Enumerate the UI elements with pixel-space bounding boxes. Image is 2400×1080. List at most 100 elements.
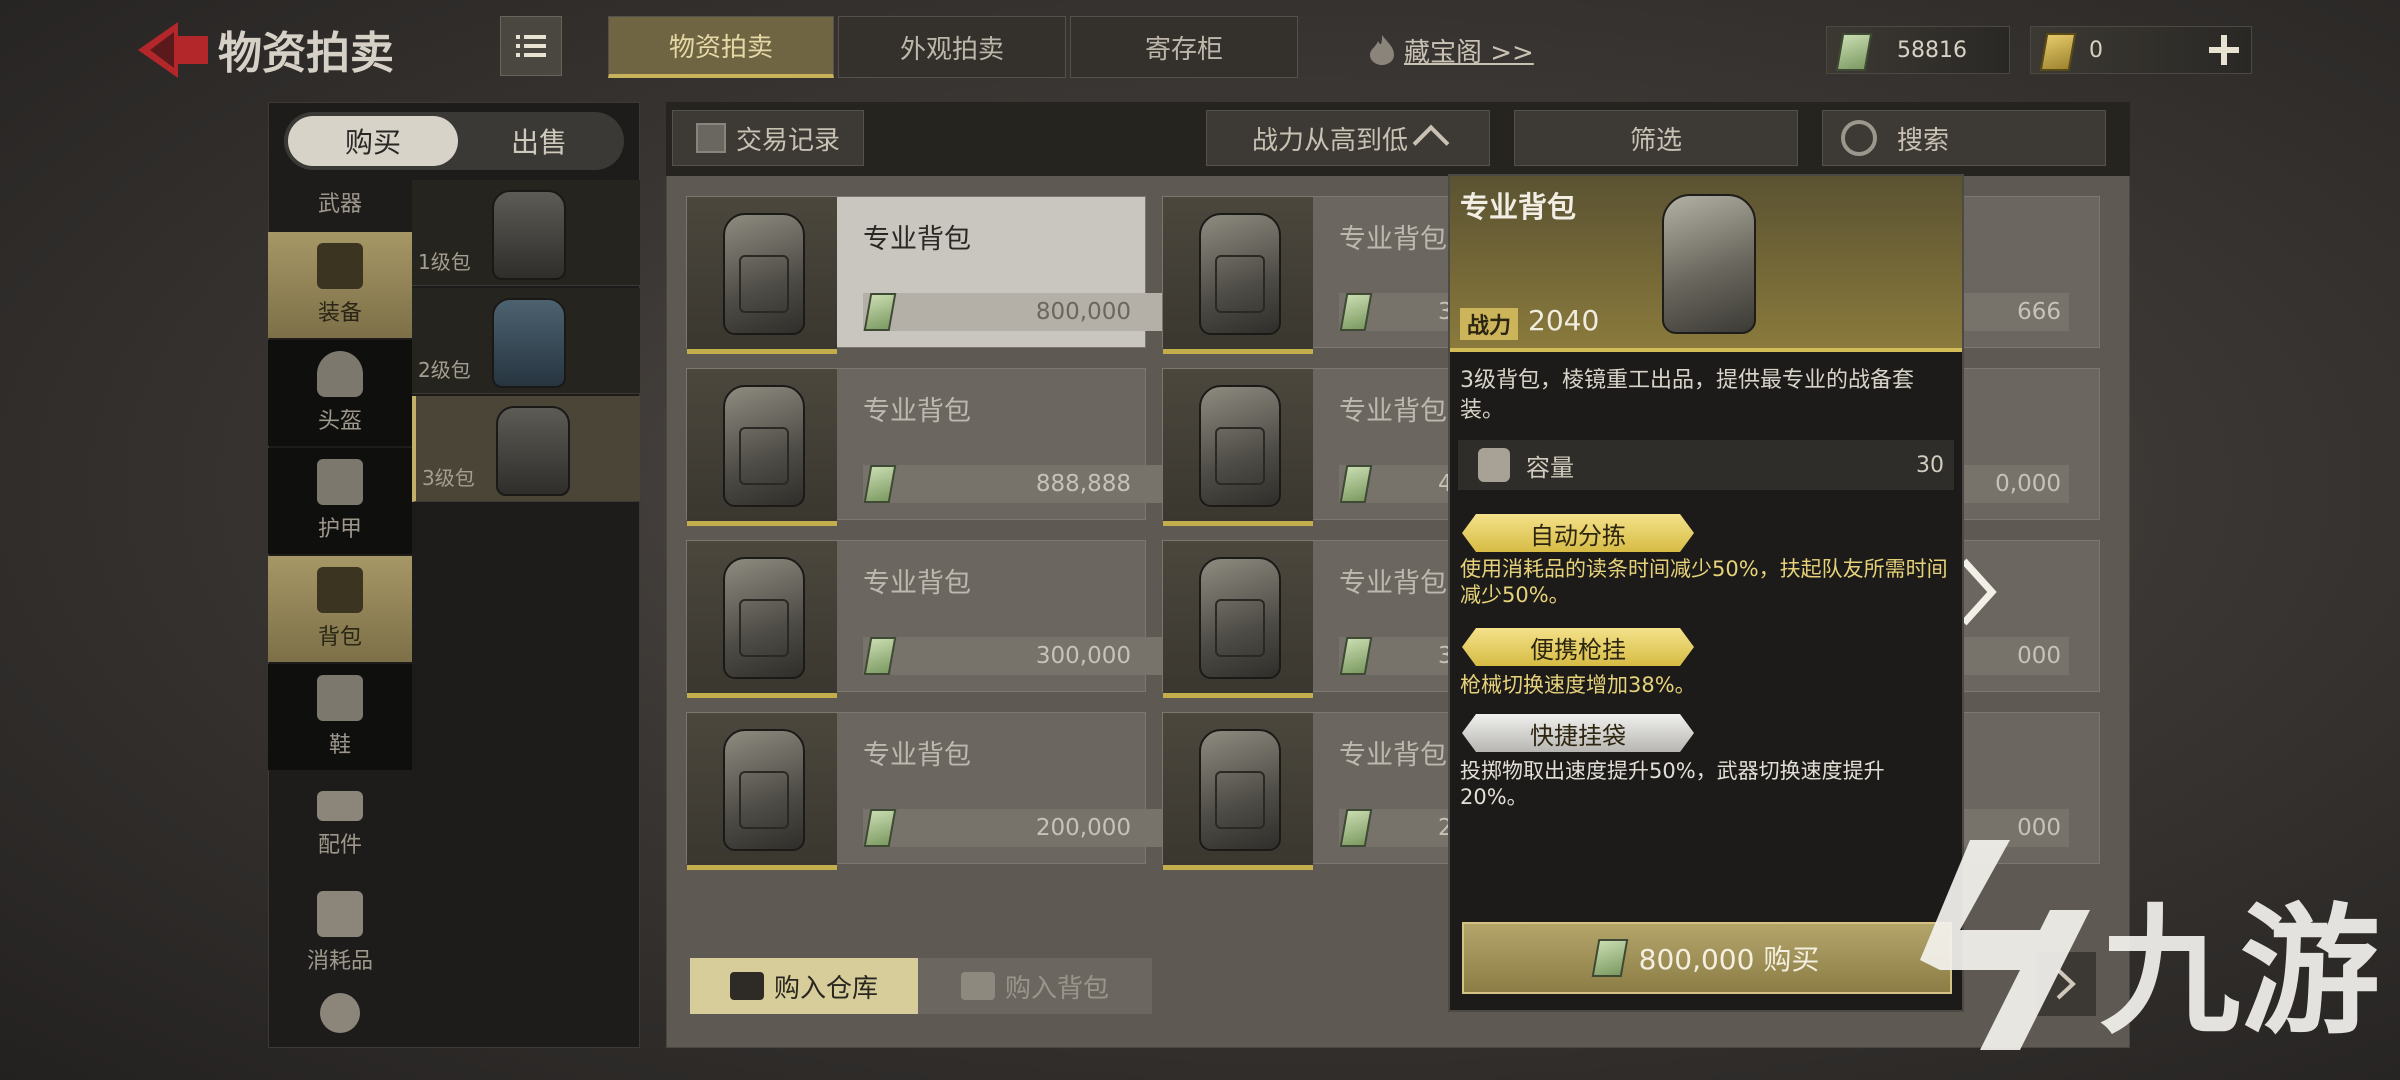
filter-button[interactable]: 筛选 xyxy=(1514,110,1798,166)
category-more[interactable] xyxy=(268,988,412,1044)
item-name: 专业背包 xyxy=(1339,740,1447,771)
backpack-icon xyxy=(1199,557,1281,679)
cash-icon xyxy=(1339,637,1373,675)
cash-icon xyxy=(1339,809,1373,847)
menu-button[interactable] xyxy=(500,16,562,76)
category-armor-label: 护甲 xyxy=(317,517,362,542)
page-title: 物资拍卖 xyxy=(218,28,394,79)
cash-balance-value: 58816 xyxy=(1897,37,1967,63)
vest-icon xyxy=(317,243,363,289)
listing-card[interactable]: 专业背包 300,000 xyxy=(686,540,1171,698)
flame-icon xyxy=(1370,35,1394,65)
cash-icon xyxy=(863,809,897,847)
category-consumables-label: 消耗品 xyxy=(306,949,373,974)
buy-to-warehouse-button[interactable]: 购入仓库 xyxy=(690,958,918,1014)
armor-icon xyxy=(317,459,363,505)
item-detail-name: 专业背包 xyxy=(1460,190,1577,224)
backpack-icon xyxy=(1662,194,1756,334)
level-1-backpack[interactable]: 1级包 xyxy=(412,180,640,286)
level-1-label: 1级包 xyxy=(418,250,471,274)
listing-card[interactable]: 专业背包 800,000 xyxy=(686,196,1171,354)
category-weapons[interactable]: 武器 xyxy=(268,176,412,228)
item-price-value: 800,000 xyxy=(1035,299,1131,325)
level-2-backpack[interactable]: 2级包 xyxy=(412,288,640,394)
tab-supply-auction[interactable]: 物资拍卖 xyxy=(608,16,834,78)
sort-label: 战力从高到低 xyxy=(1251,125,1408,156)
category-attachments[interactable]: 配件 xyxy=(268,772,412,878)
trait-tag: 自动分拣 xyxy=(1462,514,1694,552)
category-shoes[interactable]: 鞋 xyxy=(268,664,412,770)
backpack-thumbnail-icon xyxy=(496,406,570,496)
item-image xyxy=(1163,713,1313,870)
attachment-icon xyxy=(317,791,363,821)
listing-card[interactable]: 专业背包 200,000 xyxy=(686,712,1171,870)
level-3-label: 3级包 xyxy=(422,466,475,490)
plus-icon xyxy=(2209,35,2239,65)
cash-icon xyxy=(1835,33,1873,71)
level-2-label: 2级包 xyxy=(418,358,471,382)
cash-icon xyxy=(1591,939,1628,977)
item-price: 200,000 xyxy=(863,809,1171,847)
tab-appearance-auction[interactable]: 外观拍卖 xyxy=(838,16,1066,78)
gear-icon xyxy=(320,993,360,1033)
backpack-thumbnail-icon xyxy=(492,190,566,280)
filter-label: 筛选 xyxy=(1629,125,1682,156)
cash-icon xyxy=(1339,293,1373,331)
warehouse-icon xyxy=(729,972,764,1000)
treasure-pavilion-link[interactable]: 藏宝阁 >> xyxy=(1368,28,1534,72)
item-price: 300,000 xyxy=(863,637,1171,675)
capacity-icon xyxy=(1478,448,1510,482)
category-consumables[interactable]: 消耗品 xyxy=(268,880,412,986)
record-icon xyxy=(695,123,726,153)
level-3-backpack[interactable]: 3级包 xyxy=(412,396,640,502)
trait-description: 投掷物取出速度提升50%，武器切换速度提升20%。 xyxy=(1460,759,1885,809)
tab-storage-locker[interactable]: 寄存柜 xyxy=(1070,16,1298,78)
backpack-icon xyxy=(723,729,805,851)
item-price-partial: 000 xyxy=(2017,643,2061,669)
search-button[interactable]: 搜索 xyxy=(1822,110,2106,166)
item-price-partial: 0,000 xyxy=(1995,471,2061,497)
backpack-icon xyxy=(723,213,805,335)
category-backpack[interactable]: 背包 xyxy=(268,556,412,662)
cash-icon xyxy=(1339,465,1373,503)
trade-record-button[interactable]: 交易记录 xyxy=(672,110,864,166)
buy-to-backpack-button[interactable]: 购入背包 xyxy=(918,958,1152,1014)
category-helmet[interactable]: 头盔 xyxy=(268,340,412,446)
backpack-icon xyxy=(723,557,805,679)
item-price-value: 888,888 xyxy=(1035,471,1131,497)
category-equipment-label: 装备 xyxy=(317,301,362,326)
item-name: 专业背包 xyxy=(1339,396,1447,427)
item-name: 专业背包 xyxy=(863,396,971,427)
item-price: 888,888 xyxy=(863,465,1171,503)
category-backpack-label: 背包 xyxy=(317,625,362,650)
listing-card[interactable]: 专业背包 888,888 xyxy=(686,368,1171,526)
cash-icon xyxy=(863,293,897,331)
consumable-icon xyxy=(317,891,363,937)
category-armor[interactable]: 护甲 xyxy=(268,448,412,554)
category-weapons-label: 武器 xyxy=(317,192,362,217)
item-price-value: 300,000 xyxy=(1035,643,1131,669)
cash-balance: 58816 xyxy=(1826,26,2010,74)
ticket-icon xyxy=(2039,33,2077,71)
trait-tag: 快捷挂袋 xyxy=(1462,714,1694,752)
power-value: 2040 xyxy=(1528,304,1600,337)
trait-description: 枪械切换速度增加38%。 xyxy=(1460,673,1696,697)
buy-tab[interactable]: 购买 xyxy=(288,116,458,166)
item-image xyxy=(1163,369,1313,526)
helmet-icon xyxy=(317,351,363,397)
sell-tab[interactable]: 出售 xyxy=(458,116,620,166)
backpack-icon xyxy=(960,972,995,1000)
backpack-icon xyxy=(317,567,363,613)
back-arrow-icon[interactable] xyxy=(138,22,208,78)
buy-now-button[interactable]: 800,000 购买 xyxy=(1462,922,1952,994)
treasure-link-label: 藏宝阁 >> xyxy=(1404,37,1534,68)
buy-to-backpack-label: 购入背包 xyxy=(1004,973,1109,1004)
add-currency-button[interactable] xyxy=(2196,26,2252,74)
category-equipment[interactable]: 装备 xyxy=(268,232,412,338)
item-name: 专业背包 xyxy=(1339,224,1447,255)
item-image xyxy=(1163,197,1313,354)
sort-dropdown[interactable]: 战力从高到低 xyxy=(1206,110,1490,166)
capacity-value: 30 xyxy=(1916,452,1944,478)
trait-description: 使用消耗品的读条时间减少50%，扶起队友所需时间减少50%。 xyxy=(1460,557,1948,607)
cash-icon xyxy=(863,637,897,675)
